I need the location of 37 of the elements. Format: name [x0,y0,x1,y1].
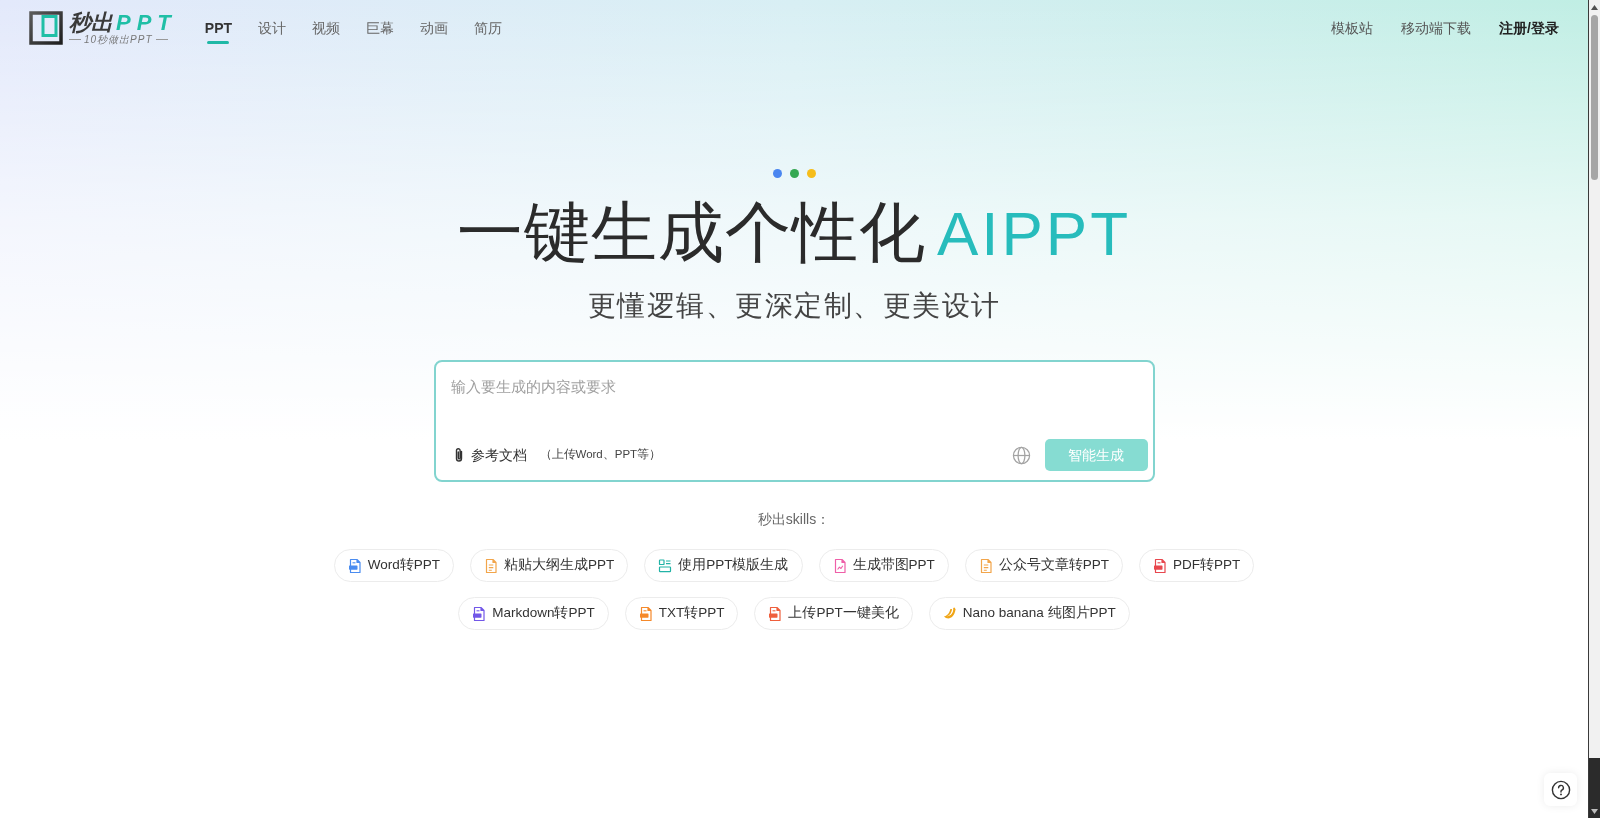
scrollbar-track[interactable] [1588,0,1600,818]
skill-chip[interactable]: TXT转PPT [624,597,739,630]
paperclip-icon [453,447,464,463]
scroll-down-button[interactable] [1589,758,1600,818]
nav-tab[interactable]: 简历 [474,12,503,44]
logo-wordmark: 秒出PPT [69,11,177,34]
hero-title-highlight: AIPPT [936,201,1132,267]
nav-link[interactable]: 移动端下载 [1401,17,1472,39]
skill-chip[interactable]: 粘贴大纲生成PPT [469,549,629,582]
skill-chip[interactable]: 使用PPT模版生成 [644,549,803,582]
logo-tagline: 10秒做出PPT [84,34,153,45]
attach-button[interactable]: 参考文档 [453,444,527,466]
nav-tab[interactable]: 设计 [258,12,287,44]
help-icon [1550,779,1571,800]
nav-link[interactable]: 模板站 [1331,17,1374,39]
caret-up-icon [1591,4,1598,10]
nav-tab[interactable]: 视频 [312,12,341,44]
caret-down-icon [1591,809,1598,814]
logo-icon [29,11,63,45]
nav-tab[interactable]: PPT [204,12,233,44]
nav-tab[interactable]: 巨幕 [366,12,395,44]
help-button[interactable] [1544,773,1577,806]
hero-title: 一键生成个性化 [456,199,926,265]
skill-chip[interactable]: Nano banana 纯图片PPT [928,597,1130,630]
skill-chip[interactable]: Markdown转PPT [458,597,609,630]
prompt-input[interactable]: 输入要生成的内容或要求 [435,362,1153,439]
attach-hint: （上传Word、PPT等） [539,447,662,463]
skills-label: 秒出skills： [757,510,831,529]
nav-tab[interactable]: 动画 [420,12,449,44]
login-link[interactable]: 注册/登录 [1499,17,1559,39]
skill-chip[interactable]: Word转PPT [333,549,454,582]
scrollbar-thumb[interactable] [1591,15,1598,180]
skill-chip[interactable]: 公众号文章转PPT [964,549,1124,582]
skill-chip[interactable]: 生成带图PPT [818,549,949,582]
skill-chip[interactable]: 上传PPT一键美化 [754,597,913,630]
hero-subtitle: 更懂逻辑、更深定制、更美设计 [587,290,1001,322]
skill-chip[interactable]: PDF转PPT [1139,549,1255,582]
